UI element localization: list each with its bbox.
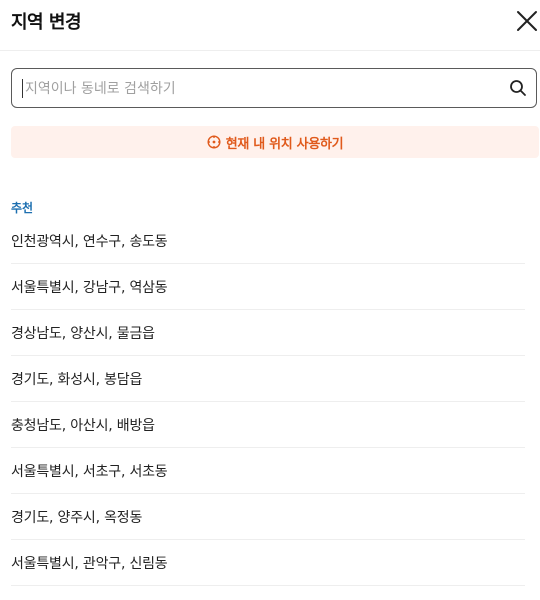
recommend-list: 인천광역시, 연수구, 송도동 서울특별시, 강남구, 역삼동 경상남도, 양산… — [11, 218, 525, 586]
close-icon — [517, 11, 537, 31]
list-item[interactable]: 서울특별시, 서초구, 서초동 — [11, 448, 525, 494]
list-item[interactable]: 경상남도, 양산시, 물금읍 — [11, 310, 525, 356]
use-current-location-label: 현재 내 위치 사용하기 — [225, 136, 344, 152]
close-button[interactable] — [513, 7, 540, 35]
list-item[interactable]: 인천광역시, 연수구, 송도동 — [11, 218, 525, 264]
recommend-section-label: 추천 — [11, 201, 34, 215]
search-input[interactable] — [22, 79, 492, 98]
list-item[interactable]: 경기도, 양주시, 옥정동 — [11, 494, 525, 540]
modal-title: 지역 변경 — [11, 12, 82, 33]
search-box — [11, 68, 537, 108]
search-button[interactable] — [509, 79, 527, 97]
use-current-location-button[interactable]: 현재 내 위치 사용하기 — [11, 126, 539, 158]
list-item[interactable]: 서울특별시, 관악구, 신림동 — [11, 540, 525, 586]
list-item[interactable]: 충청남도, 아산시, 배방읍 — [11, 402, 525, 448]
region-change-modal: 지역 변경 현재 내 위치 사용하기 추천 인천광역시 — [0, 0, 540, 600]
crosshair-icon — [207, 135, 221, 149]
modal-header: 지역 변경 — [0, 0, 540, 51]
search-icon — [510, 80, 526, 96]
list-item[interactable]: 경기도, 화성시, 봉담읍 — [11, 356, 525, 402]
list-item[interactable]: 서울특별시, 강남구, 역삼동 — [11, 264, 525, 310]
